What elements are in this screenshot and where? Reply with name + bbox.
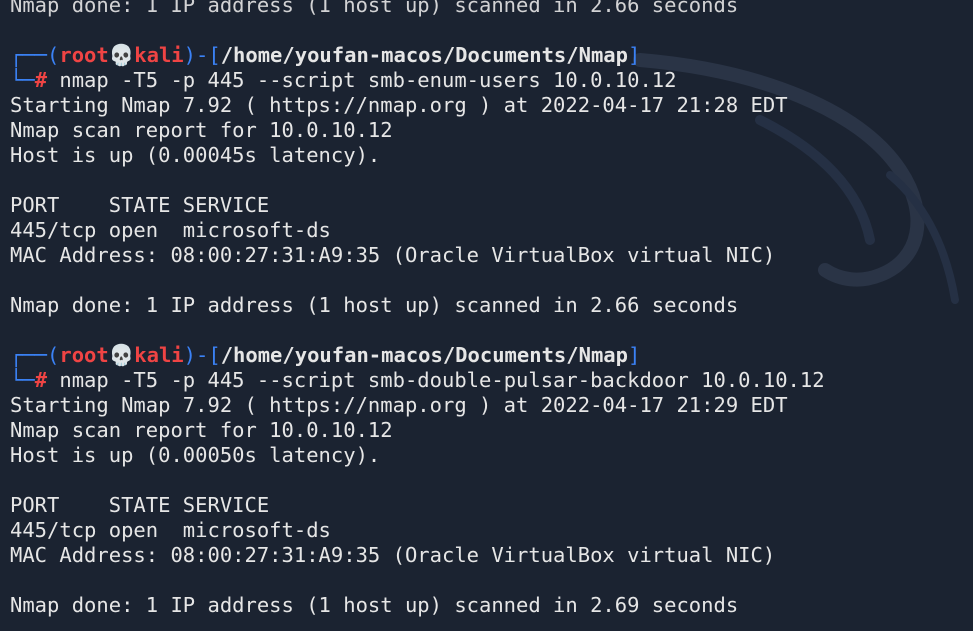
terminal-output: Nmap done: 1 IP address (1 host up) scan…	[10, 0, 973, 618]
skull-icon: 💀	[108, 343, 135, 367]
port-table-row: 445/tcp open microsoft-ds	[10, 518, 331, 542]
prompt-header: ┌──(root💀kali)-[/home/youfan-macos/Docum…	[10, 343, 641, 367]
output-line: Starting Nmap 7.92 ( https://nmap.org ) …	[10, 393, 788, 417]
output-line: MAC Address: 08:00:27:31:A9:35 (Oracle V…	[10, 543, 776, 567]
port-table-row: 445/tcp open microsoft-ds	[10, 218, 331, 242]
output-line: Nmap done: 1 IP address (1 host up) scan…	[10, 593, 739, 617]
output-line: Starting Nmap 7.92 ( https://nmap.org ) …	[10, 93, 788, 117]
command-text: nmap -T5 -p 445 --script smb-enum-users …	[59, 68, 677, 92]
skull-icon: 💀	[108, 43, 135, 67]
scrolled-output-line: Nmap done: 1 IP address (1 host up) scan…	[10, 0, 739, 17]
output-line: Nmap done: 1 IP address (1 host up) scan…	[10, 293, 739, 317]
prompt-header: ┌──(root💀kali)-[/home/youfan-macos/Docum…	[10, 43, 641, 67]
output-line: Nmap scan report for 10.0.10.12	[10, 118, 393, 142]
output-line: MAC Address: 08:00:27:31:A9:35 (Oracle V…	[10, 243, 776, 267]
port-table-header: PORT STATE SERVICE	[10, 193, 270, 217]
output-line: Host is up (0.00045s latency).	[10, 143, 381, 167]
output-line: Host is up (0.00050s latency).	[10, 443, 381, 467]
command-text: nmap -T5 -p 445 --script smb-double-puls…	[59, 368, 825, 392]
output-line: Nmap scan report for 10.0.10.12	[10, 418, 393, 442]
command-line: └─# nmap -T5 -p 445 --script smb-double-…	[10, 368, 825, 392]
command-line: └─# nmap -T5 -p 445 --script smb-enum-us…	[10, 68, 677, 92]
port-table-header: PORT STATE SERVICE	[10, 493, 270, 517]
